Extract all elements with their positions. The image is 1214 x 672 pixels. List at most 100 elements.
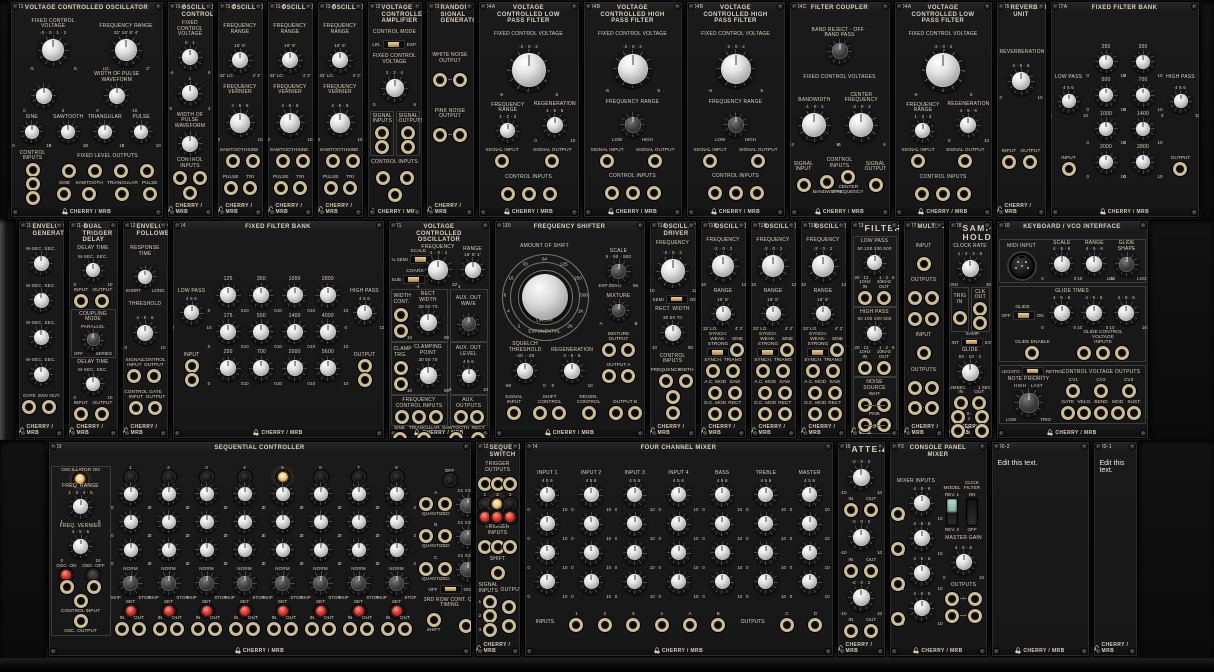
- knob-scale[interactable]: [607, 259, 631, 283]
- jack-rect[interactable]: [728, 407, 742, 421]
- osc-off-button[interactable]: [88, 570, 98, 580]
- knob-dial[interactable]: [157, 510, 180, 533]
- knob-dial[interactable]: [754, 570, 778, 594]
- jack-patch[interactable]: [502, 600, 516, 614]
- knob-dial[interactable]: [922, 49, 965, 92]
- slide-switch[interactable]: [807, 348, 829, 357]
- jack-sawtooth[interactable]: [326, 154, 340, 168]
- jack-triangular[interactable]: [115, 187, 129, 201]
- jack-patch[interactable]: [394, 308, 408, 322]
- set-button[interactable]: [240, 606, 250, 616]
- knob-dial[interactable]: [656, 255, 689, 288]
- jack-3[interactable]: [626, 618, 640, 632]
- jack-sine[interactable]: [780, 343, 794, 357]
- jack-glide-control-voltage-inputs-1[interactable]: [1077, 346, 1091, 360]
- knob-width-of-pulse-waveform[interactable]: [104, 83, 129, 108]
- jack-b-1[interactable]: [419, 529, 433, 543]
- jack-rect[interactable]: [828, 407, 842, 421]
- jack-signal-input[interactable]: [703, 154, 717, 168]
- jack-pink-2[interactable]: [877, 418, 891, 432]
- jack-patch[interactable]: [503, 477, 517, 491]
- jack-sine[interactable]: [246, 154, 260, 168]
- jack-sine[interactable]: [393, 432, 407, 439]
- knob-dial[interactable]: [353, 301, 377, 325]
- jack-in[interactable]: [844, 564, 858, 578]
- jack-patch[interactable]: [729, 186, 743, 200]
- jack-patch[interactable]: [394, 377, 408, 391]
- knob-freq-range[interactable]: [69, 495, 93, 519]
- knob-dial[interactable]: [457, 313, 480, 336]
- jack-patch[interactable]: [401, 126, 415, 140]
- knob-500[interactable]: [1095, 84, 1118, 107]
- jack-patch[interactable]: [666, 406, 680, 420]
- jack-output-a-2[interactable]: [621, 369, 635, 383]
- push-button[interactable]: [480, 512, 490, 522]
- knob-frequency-range[interactable]: [111, 35, 142, 66]
- jack-patch[interactable]: [459, 619, 472, 633]
- jack-patch[interactable]: [666, 390, 680, 404]
- jack-d-c-mod[interactable]: [758, 407, 772, 421]
- jack-pulse[interactable]: [324, 181, 338, 195]
- knob-dial[interactable]: [909, 561, 934, 586]
- jack-out[interactable]: [398, 622, 412, 636]
- jack-patch[interactable]: [26, 177, 40, 191]
- jack-pulse[interactable]: [143, 187, 157, 201]
- knob-dial[interactable]: [385, 538, 408, 561]
- knob-dial[interactable]: [233, 571, 257, 595]
- jack-x-3[interactable]: [975, 424, 989, 438]
- jack-patch[interactable]: [917, 257, 931, 271]
- jack-saw[interactable]: [778, 386, 792, 400]
- knob-dial[interactable]: [1114, 300, 1139, 325]
- knob-mixture[interactable]: [608, 299, 630, 321]
- jack-out[interactable]: [864, 564, 878, 578]
- jack-pulse[interactable]: [274, 181, 288, 195]
- jack-out[interactable]: [864, 624, 878, 638]
- knob-dial[interactable]: [623, 541, 647, 565]
- jack-output[interactable]: [1023, 155, 1037, 169]
- knob-175[interactable]: [216, 319, 241, 344]
- jack-saw[interactable]: [828, 386, 842, 400]
- jack-10khz-out[interactable]: [877, 291, 891, 305]
- jack-output[interactable]: [95, 407, 109, 421]
- jack-patch[interactable]: [953, 311, 967, 325]
- slide-switch[interactable]: [757, 348, 779, 357]
- jack-out[interactable]: [170, 622, 184, 636]
- jack-patch[interactable]: [114, 164, 128, 178]
- jack-osc-output[interactable]: [74, 614, 88, 628]
- knob-dial[interactable]: [754, 512, 778, 536]
- jack-glide-control-voltage-inputs-2[interactable]: [1096, 346, 1110, 360]
- jack-sawtooth[interactable]: [82, 187, 96, 201]
- knob-125[interactable]: [216, 283, 241, 308]
- knob-dial[interactable]: [119, 510, 142, 533]
- knob-700[interactable]: [1132, 84, 1155, 107]
- jack-width[interactable]: [679, 374, 693, 388]
- knob-dial[interactable]: [457, 364, 480, 387]
- knob-dial[interactable]: [309, 571, 333, 595]
- rocker-switch[interactable]: [966, 498, 978, 526]
- jack-regen-control-1[interactable]: [582, 406, 596, 420]
- jack-out[interactable]: [972, 396, 986, 410]
- jack-a-2[interactable]: [438, 497, 452, 511]
- jack-input[interactable]: [74, 407, 88, 421]
- jack-glide-enable-1[interactable]: [1025, 346, 1039, 360]
- knob-dial[interactable]: [195, 538, 218, 561]
- jack-patch[interactable]: [605, 186, 619, 200]
- jack-output-b-1[interactable]: [609, 406, 623, 420]
- editable-text[interactable]: Edit this text.: [994, 457, 1087, 645]
- jack-d-c-mod[interactable]: [708, 407, 722, 421]
- knob-dial[interactable]: [309, 510, 332, 533]
- jack-patch[interactable]: [945, 592, 959, 606]
- jack-patch[interactable]: [412, 410, 426, 424]
- knob-dial[interactable]: [133, 320, 158, 345]
- knob-dial[interactable]: [808, 251, 839, 282]
- knob-dial[interactable]: [326, 108, 355, 137]
- knob-regeneration[interactable]: [542, 113, 567, 138]
- jack-output-b-2[interactable]: [628, 406, 642, 420]
- jack-sine[interactable]: [296, 154, 310, 168]
- knob-dial[interactable]: [507, 49, 550, 92]
- knob-dial[interactable]: [195, 510, 218, 533]
- midi-din-connector[interactable]: [1009, 253, 1035, 279]
- jack-10khz-out[interactable]: [877, 361, 891, 375]
- jack-2[interactable]: [483, 609, 497, 623]
- jack-mod[interactable]: [1111, 406, 1125, 420]
